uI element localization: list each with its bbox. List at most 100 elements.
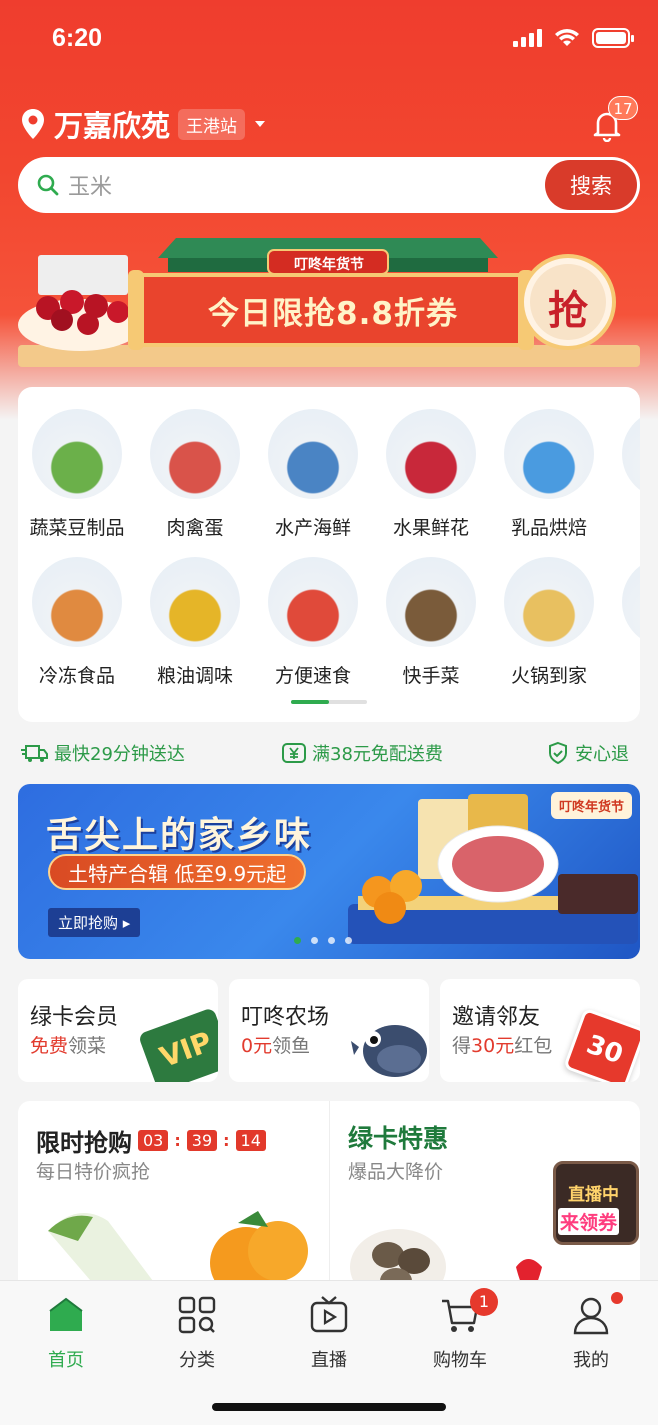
category-image	[504, 409, 594, 499]
category-image	[150, 557, 240, 647]
flash-subtitle: 每日特价疯抢	[36, 1161, 151, 1183]
status-bar: 6:20	[0, 0, 658, 80]
service-label: 安心退	[575, 744, 629, 765]
deals-section: 限时抢购 03: 39: 14 每日特价疯抢 绿卡特惠 爆品大降价 直播中 来领…	[18, 1101, 640, 1301]
service-fast-delivery: 最快29分钟送达	[20, 740, 185, 766]
tab-label: 直播	[311, 1350, 347, 1371]
promo-banner-top[interactable]: 叮咚年货节 今日限抢8.8折券 抢	[18, 220, 640, 370]
category-label: 网红	[608, 513, 640, 540]
mine-red-dot	[611, 1292, 623, 1304]
location-selector[interactable]: 万嘉欣苑 王港站	[20, 103, 267, 145]
service-free-shipping: 满38元免配送费	[282, 740, 443, 766]
promo-subtitle: 土特产合辑 低至9.9元起	[48, 854, 307, 890]
category-label: 零	[608, 661, 640, 688]
service-label: 满38元免配送费	[312, 744, 443, 765]
status-time: 6:20	[52, 24, 103, 52]
banner-grab: 抢	[548, 288, 588, 334]
category-item[interactable]: 方便速食	[254, 557, 372, 688]
service-refund: 安心退	[547, 740, 629, 766]
location-name: 万嘉欣苑	[54, 109, 171, 143]
tab-label: 首页	[48, 1350, 84, 1371]
green-card-subtitle: 爆品大降价	[348, 1161, 444, 1183]
category-image	[386, 557, 476, 647]
category-item[interactable]: 粮油调味	[136, 557, 254, 688]
category-label: 粮油调味	[156, 665, 233, 687]
category-image	[150, 409, 240, 499]
category-image	[32, 557, 122, 647]
category-label: 水果鲜花	[392, 517, 469, 539]
live-label: 直播中	[568, 1185, 619, 1205]
live-coupon-label: 来领券	[558, 1208, 620, 1235]
tab-label: 购物车	[433, 1350, 487, 1371]
tab-label: 我的	[573, 1350, 609, 1371]
category-item[interactable]: 冷冻食品	[18, 557, 136, 688]
search-bar[interactable]: 玉米 搜索	[18, 157, 640, 213]
banner-brand: 叮咚年货节	[294, 257, 364, 273]
search-placeholder: 玉米	[68, 175, 113, 200]
category-label: 蔬菜豆制品	[29, 517, 125, 539]
card-farm[interactable]: 叮咚农场 0元领鱼	[229, 979, 429, 1082]
tab-mine[interactable]: 我的	[541, 1295, 641, 1372]
category-label: 火锅到家	[510, 665, 587, 687]
category-label: 方便速食	[274, 665, 351, 687]
green-card-title[interactable]: 绿卡特惠	[348, 1119, 448, 1155]
category-grid: 蔬菜豆制品 肉禽蛋 水产海鲜 水果鲜花 乳品烘焙网红 冷冻食品 粮油调味 方便速食 快手菜 火锅…	[18, 387, 640, 722]
category-item[interactable]: 乳品烘焙	[490, 409, 608, 540]
card-subtitle: 免费领菜	[30, 1035, 107, 1057]
banner-title: 今日限抢8.8折券	[208, 296, 458, 332]
card-title: 绿卡会员	[30, 1005, 119, 1030]
search-icon	[37, 174, 59, 196]
tab-label: 分类	[179, 1350, 215, 1371]
category-item[interactable]: 火锅到家	[490, 557, 608, 688]
grid-search-icon	[178, 1296, 216, 1334]
category-image	[268, 409, 358, 499]
countdown-seconds: 14	[235, 1130, 266, 1151]
red-packet-icon: 30	[563, 1007, 640, 1082]
promo-title: 舌尖上的家乡味	[46, 815, 313, 856]
category-image	[268, 557, 358, 647]
category-item[interactable]: 快手菜	[372, 557, 490, 688]
card-green-membership[interactable]: 绿卡会员 免费领菜 VIP	[18, 979, 218, 1082]
tab-category[interactable]: 分类	[147, 1295, 247, 1372]
category-label: 乳品烘焙	[510, 517, 587, 539]
cart-badge: 1	[470, 1288, 498, 1316]
vip-badge-icon: VIP	[137, 1007, 218, 1082]
promo-banner-hometown[interactable]: 舌尖上的家乡味 土特产合辑 低至9.9元起 立即抢购 ▸ 叮咚年货节	[18, 784, 640, 959]
wifi-icon	[555, 29, 579, 46]
category-label: 快手菜	[402, 665, 460, 687]
yuan-coin-icon	[282, 743, 306, 763]
flash-title: 限时抢购	[36, 1129, 132, 1157]
user-icon	[573, 1297, 609, 1335]
card-subtitle: 0元领鱼	[241, 1035, 311, 1057]
promo-tag: 叮咚年货节	[550, 792, 632, 819]
category-item[interactable]: 水果鲜花	[372, 409, 490, 540]
page-indicator	[291, 700, 367, 704]
category-item[interactable]: 肉禽蛋	[136, 409, 254, 540]
notification-badge: 17	[608, 96, 638, 120]
category-image	[622, 409, 640, 499]
category-item[interactable]: 蔬菜豆制品	[18, 409, 136, 540]
category-item[interactable]: 水产海鲜	[254, 409, 372, 540]
fish-icon	[351, 1025, 427, 1077]
promo-cta[interactable]: 立即抢购 ▸	[48, 908, 141, 937]
countdown-minutes: 39	[186, 1130, 218, 1151]
tab-live[interactable]: 直播	[279, 1295, 379, 1372]
flash-sale[interactable]: 限时抢购 03: 39: 14	[36, 1123, 266, 1158]
search-button[interactable]: 搜索	[545, 160, 637, 210]
category-label: 水产海鲜	[274, 517, 351, 539]
home-icon	[49, 1297, 83, 1331]
category-image	[504, 557, 594, 647]
card-title: 叮咚农场	[241, 1005, 330, 1030]
category-item[interactable]: 网红	[608, 409, 640, 540]
card-invite[interactable]: 邀请邻友 得30元红包 30	[440, 979, 640, 1082]
tab-home[interactable]: 首页	[16, 1295, 116, 1372]
carousel-dots	[294, 937, 352, 944]
chevron-down-icon	[255, 121, 266, 127]
category-item[interactable]: 零	[608, 557, 640, 688]
live-coupon-widget[interactable]: 直播中 来领券	[553, 1161, 639, 1245]
signal-icon	[513, 29, 542, 47]
notification-button[interactable]: 17	[590, 96, 638, 144]
category-image	[32, 409, 122, 499]
battery-icon	[592, 28, 634, 48]
delivery-truck-icon	[21, 745, 48, 762]
